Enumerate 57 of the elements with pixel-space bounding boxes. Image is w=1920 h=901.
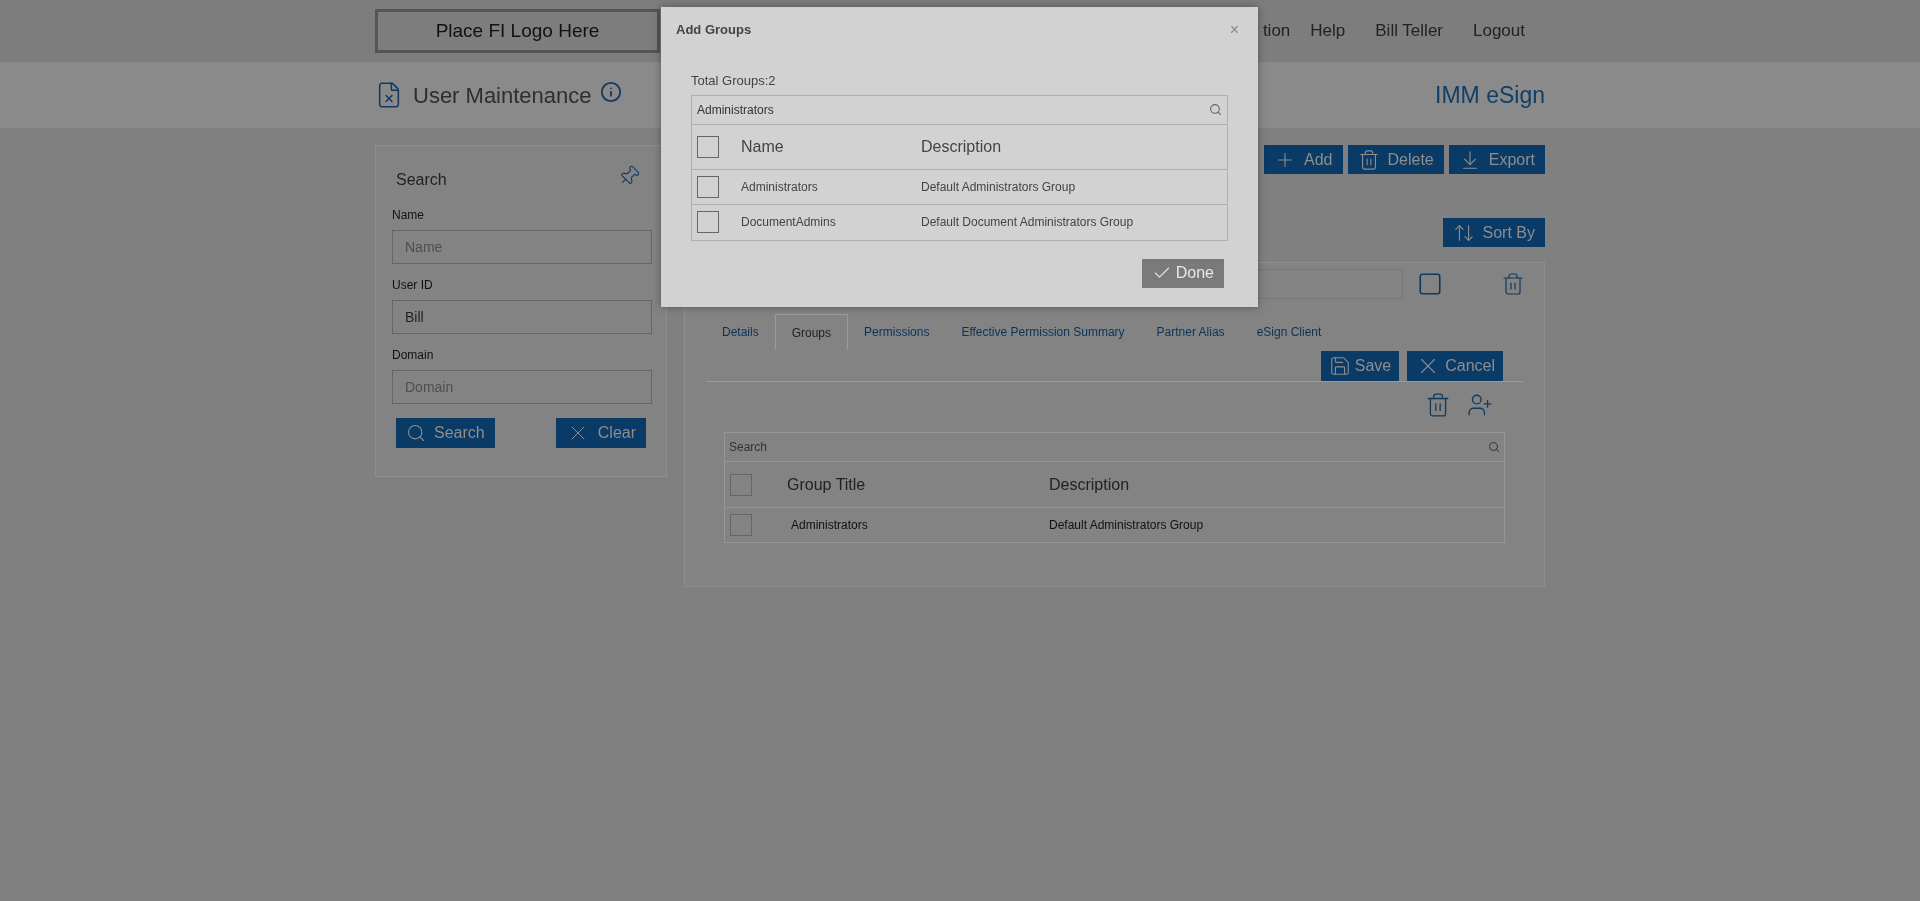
search-icon: [406, 423, 426, 443]
trash-icon[interactable]: [1501, 272, 1525, 296]
trash-icon[interactable]: [1425, 392, 1451, 418]
dialog-title: Add Groups: [676, 21, 752, 40]
toolbar-button[interactable]: Export: [1448, 145, 1545, 174]
search-icon[interactable]: [1488, 441, 1500, 453]
checkbox[interactable]: [697, 175, 719, 198]
info-icon[interactable]: [599, 81, 622, 103]
checkbox[interactable]: [730, 473, 752, 496]
table-cell-text: Administrators: [791, 517, 869, 534]
search-field[interactable]: Search: [729, 438, 1488, 456]
column-header: Description: [921, 136, 1002, 157]
text-field[interactable]: Bill: [392, 300, 652, 334]
field-label: Domain: [392, 347, 435, 364]
tab[interactable]: Permissions: [848, 314, 946, 350]
toolbar-button[interactable]: Add: [1264, 145, 1343, 174]
checkbox[interactable]: [697, 135, 719, 158]
clear-button[interactable]: Clear: [555, 418, 646, 448]
checkbox[interactable]: [730, 514, 752, 536]
total-groups: Total Groups:2: [691, 71, 1228, 91]
save-button[interactable]: Save: [1320, 351, 1400, 381]
table-cell-text: Administrators: [741, 178, 819, 196]
nav-link[interactable]: Bill Teller: [1375, 18, 1443, 44]
column-header: Group Title: [787, 474, 867, 495]
product-name: IMM eSign: [1435, 80, 1545, 110]
close-button[interactable]: ×: [1229, 22, 1239, 38]
sort-by-button[interactable]: Sort By: [1442, 218, 1545, 247]
search-icon[interactable]: [1209, 103, 1222, 116]
table-cell-text: Default Administrators Group: [921, 178, 1076, 196]
table-cell-text: Default Document Administrators Group: [921, 214, 1134, 231]
search-button[interactable]: Search: [396, 418, 495, 448]
done-button[interactable]: Done: [1141, 258, 1224, 288]
panel-title: Search: [396, 170, 447, 190]
save-icon: [1328, 355, 1351, 377]
column-header: Description: [1049, 474, 1130, 495]
nav-link[interactable]: Logout: [1473, 18, 1525, 44]
logo-text: Place FI Logo Here: [435, 18, 600, 43]
nav-link[interactable]: Help: [1310, 18, 1346, 44]
add-user-icon[interactable]: [1467, 392, 1493, 418]
table-cell-text: Default Administrators Group: [1049, 517, 1204, 534]
table-cell-text: DocumentAdmins: [741, 214, 837, 231]
toolbar-button[interactable]: Delete: [1347, 145, 1444, 174]
search-field[interactable]: Administrators: [697, 100, 1209, 119]
tab[interactable]: Groups: [774, 314, 849, 350]
column-header: Name: [741, 136, 785, 157]
field-label: Name: [392, 207, 425, 224]
field-label: User ID: [392, 277, 434, 294]
trash-icon: [1357, 148, 1380, 171]
tab[interactable]: Details: [706, 314, 775, 350]
nav-link[interactable]: tion: [1262, 18, 1291, 44]
page-title: User Maintenance: [413, 81, 592, 110]
cancel-button[interactable]: Cancel: [1407, 351, 1503, 381]
tab[interactable]: Partner Alias: [1140, 314, 1241, 350]
checkbox[interactable]: [697, 211, 719, 233]
tab[interactable]: Effective Permission Summary: [945, 314, 1141, 350]
tab[interactable]: eSign Client: [1240, 314, 1338, 350]
copy-icon[interactable]: [1417, 271, 1443, 297]
